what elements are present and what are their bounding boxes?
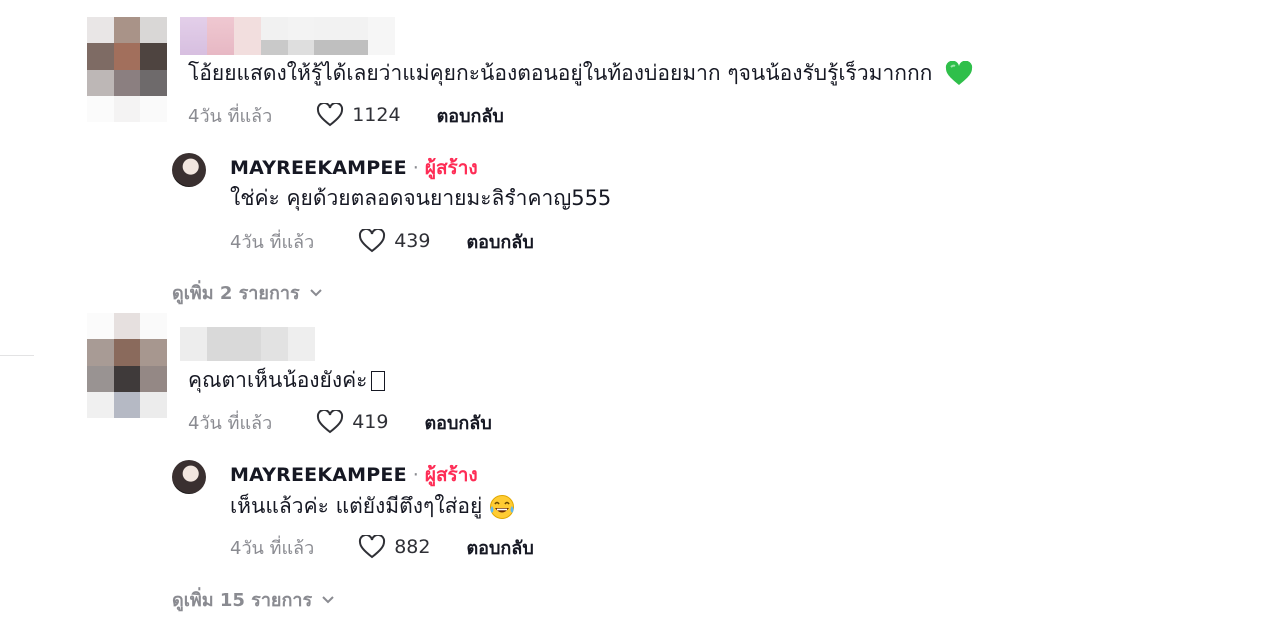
unsupported-glyph-icon: [371, 371, 386, 391]
heart-outline-icon[interactable]: [316, 103, 344, 127]
chevron-down-icon[interactable]: [308, 284, 324, 300]
reply-button[interactable]: ตอบกลับ: [437, 101, 504, 130]
commenter-name-blurred[interactable]: [180, 327, 315, 361]
comment-text: คุณตาเห็นน้องยังค่ะ: [188, 368, 386, 392]
reply-header: MAYREEKAMPEE · ผู้สร้าง: [230, 462, 478, 488]
like-count: 419: [352, 411, 389, 433]
separator-dot: ·: [412, 157, 419, 179]
heart-outline-icon[interactable]: [358, 229, 386, 253]
heart-outline-icon[interactable]: [358, 535, 386, 559]
comment-time: 4วัน ที่แล้ว: [188, 105, 273, 127]
reply-author[interactable]: MAYREEKAMPEE: [230, 157, 407, 179]
comment-time: 4วัน ที่แล้ว: [188, 412, 273, 434]
reply-button[interactable]: ตอบกลับ: [466, 227, 533, 256]
reply-body: เห็นแล้วค่ะ แต่ยังมีตึงๆใส่อยู่: [230, 494, 483, 518]
commenter-name-blurred[interactable]: [180, 17, 395, 55]
like-count: 1124: [352, 104, 401, 126]
reply-meta: 4วัน ที่แล้ว 882 ตอบกลับ: [230, 533, 534, 561]
like-count: 439: [394, 230, 431, 252]
commenter-avatar-blurred[interactable]: [87, 313, 167, 418]
reply-time: 4วัน ที่แล้ว: [230, 231, 315, 253]
reply-header: MAYREEKAMPEE · ผู้สร้าง: [230, 155, 478, 181]
creator-avatar[interactable]: [172, 460, 206, 494]
like-button[interactable]: 882: [358, 535, 430, 559]
comment-meta: 4วัน ที่แล้ว 1124 ตอบกลับ: [188, 101, 504, 129]
reply-button[interactable]: ตอบกลับ: [424, 408, 491, 437]
like-button[interactable]: 1124: [316, 103, 401, 127]
reply-author[interactable]: MAYREEKAMPEE: [230, 464, 407, 486]
view-more-label[interactable]: ดูเพิ่ม 2 รายการ: [172, 278, 300, 307]
section-divider: [0, 355, 34, 356]
view-more-replies[interactable]: ดูเพิ่ม 2 รายการ: [172, 280, 324, 304]
view-more-label[interactable]: ดูเพิ่ม 15 รายการ: [172, 585, 312, 614]
reply-text: ใช่ค่ะ คุยด้วยตลอดจนยายมะลิรำคาญ555: [230, 186, 612, 210]
creator-badge: ผู้สร้าง: [424, 464, 478, 486]
view-more-replies[interactable]: ดูเพิ่ม 15 รายการ: [172, 587, 336, 611]
commenter-avatar-blurred[interactable]: [87, 17, 167, 122]
reply-button[interactable]: ตอบกลับ: [466, 533, 533, 562]
comment-body: โอ้ยยแสดงให้รู้ได้เลยว่าแม่คุยกะน้องตอนอ…: [188, 61, 933, 85]
creator-badge: ผู้สร้าง: [424, 157, 478, 179]
creator-avatar[interactable]: [172, 153, 206, 187]
like-count: 882: [394, 536, 431, 558]
chevron-down-icon[interactable]: [320, 591, 336, 607]
comment-text: โอ้ยยแสดงให้รู้ได้เลยว่าแม่คุยกะน้องตอนอ…: [188, 61, 973, 87]
heart-outline-icon[interactable]: [316, 410, 344, 434]
laughing-tears-icon: [490, 495, 514, 519]
like-button[interactable]: 439: [358, 229, 430, 253]
reply-text: เห็นแล้วค่ะ แต่ยังมีตึงๆใส่อยู่: [230, 494, 515, 520]
separator-dot: ·: [412, 464, 419, 486]
comment-body: คุณตาเห็นน้องยังค่ะ: [188, 368, 368, 392]
green-heart-icon: [946, 61, 973, 85]
reply-meta: 4วัน ที่แล้ว 439 ตอบกลับ: [230, 227, 534, 255]
reply-time: 4วัน ที่แล้ว: [230, 537, 315, 559]
like-button[interactable]: 419: [316, 410, 388, 434]
comment-meta: 4วัน ที่แล้ว 419 ตอบกลับ: [188, 408, 492, 436]
